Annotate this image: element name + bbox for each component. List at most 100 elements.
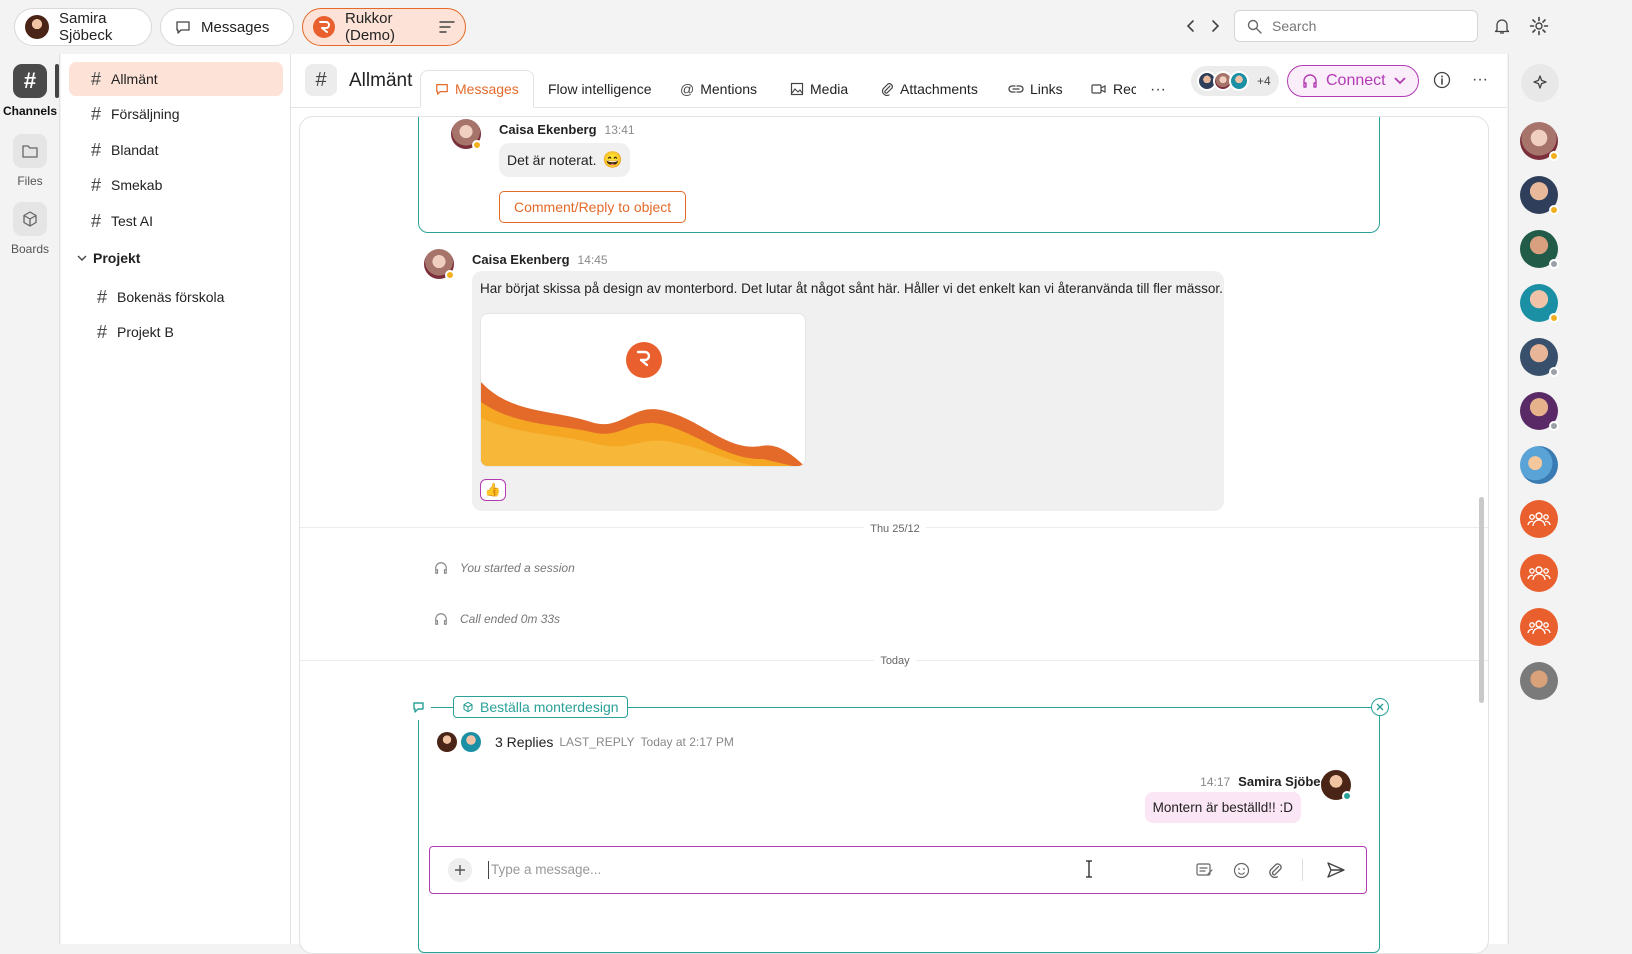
- more-tabs-icon[interactable]: ···: [1146, 78, 1170, 102]
- object-tag[interactable]: Beställa monterdesign: [453, 696, 628, 718]
- hash-icon: #: [13, 64, 47, 98]
- group-projekt[interactable]: Projekt: [77, 250, 140, 266]
- send-icon[interactable]: [1324, 859, 1348, 881]
- group-avatar[interactable]: [1520, 554, 1558, 592]
- hash-icon: #: [91, 174, 102, 195]
- presence-avatar[interactable]: [1520, 284, 1559, 323]
- chat-bubble-icon: [175, 19, 191, 35]
- hash-icon: #: [91, 210, 102, 231]
- search-input[interactable]: Search: [1272, 18, 1316, 34]
- hash-icon: #: [97, 286, 108, 307]
- workspace-switcher[interactable]: Rukkor (Demo): [302, 8, 466, 46]
- close-icon[interactable]: [1371, 698, 1389, 716]
- tab-label: Links: [1030, 81, 1063, 97]
- tab-mentions[interactable]: @ Mentions: [680, 70, 757, 108]
- rail-files[interactable]: Files: [0, 134, 60, 188]
- chevron-down-icon: [1393, 77, 1406, 85]
- scrollbar-thumb[interactable]: [1479, 497, 1484, 703]
- tab-messages[interactable]: Messages: [420, 70, 534, 108]
- hash-icon: #: [91, 68, 102, 89]
- text-cursor-icon: [1084, 860, 1094, 878]
- tab-label: Media: [810, 81, 849, 97]
- tab-recordings[interactable]: Reco: [1091, 70, 1136, 108]
- presence-avatar[interactable]: [1520, 662, 1558, 700]
- reply-avatar: [437, 732, 457, 752]
- system-text: You started a session: [460, 561, 575, 575]
- messages-label: Messages: [201, 18, 270, 36]
- group-label: Projekt: [93, 250, 141, 266]
- hash-icon: #: [91, 139, 102, 160]
- channel-item-bokenas[interactable]: # Bokenäs förskola: [75, 280, 289, 314]
- message-bubble: Har börjat skissa på design av monterbor…: [472, 271, 1224, 511]
- message-time: 13:41: [604, 123, 635, 137]
- message-meta: Caisa Ekenberg 13:41: [499, 121, 635, 137]
- day-separator: Thu 25/12: [300, 523, 1488, 535]
- channel-label: Smekab: [111, 177, 163, 193]
- plus-icon[interactable]: [448, 858, 472, 882]
- tab-label: Reco: [1113, 81, 1136, 97]
- channel-item-forsaljning[interactable]: # Försäljning: [69, 97, 283, 131]
- group-avatar[interactable]: [1520, 608, 1558, 646]
- thread-replies[interactable]: 3 Replies LAST_REPLY Today at 2:17 PM: [437, 732, 734, 752]
- tab-flow-intelligence[interactable]: Flow intelligence: [548, 70, 652, 108]
- presence-avatar[interactable]: [1520, 392, 1559, 431]
- channel-hash-icon: #: [305, 64, 337, 96]
- presence-avatar[interactable]: [1520, 446, 1558, 484]
- channel-item-blandat[interactable]: # Blandat: [69, 133, 283, 167]
- forward-arrow-icon[interactable]: [1204, 15, 1226, 37]
- connect-button[interactable]: Connect: [1287, 65, 1419, 97]
- status-dot: [1549, 259, 1559, 269]
- user-menu-button[interactable]: Samira Sjöbeck: [14, 8, 152, 46]
- format-icon[interactable]: [1194, 859, 1216, 881]
- rail-boards[interactable]: Boards: [0, 202, 60, 256]
- cube-icon: [462, 701, 474, 713]
- message-emoji: 😄: [602, 152, 623, 169]
- left-rail: # Channels Files Boards: [0, 54, 60, 944]
- sparkle-icon[interactable]: [1521, 64, 1559, 102]
- bell-icon[interactable]: [1490, 14, 1514, 38]
- channel-label: Bokenäs förskola: [117, 289, 225, 305]
- workspace-logo-icon: [313, 16, 335, 38]
- back-arrow-icon[interactable]: [1180, 15, 1202, 37]
- gear-icon[interactable]: [1527, 14, 1551, 38]
- more-options-icon[interactable]: ···: [1469, 69, 1491, 91]
- channel-label: Blandat: [111, 142, 159, 158]
- member-stack[interactable]: +4: [1191, 66, 1279, 96]
- presence-avatar[interactable]: [1520, 122, 1559, 161]
- reaction-thumbs-up[interactable]: 👍: [480, 479, 506, 501]
- tab-attachments[interactable]: Attachments: [880, 70, 978, 108]
- channel-item-projekt-b[interactable]: # Projekt B: [75, 315, 289, 349]
- tab-links[interactable]: Links: [1008, 70, 1063, 108]
- reply-time: 14:17: [1200, 775, 1231, 789]
- rail-channels[interactable]: # Channels: [0, 64, 60, 118]
- workspace-name: Rukkor (Demo): [345, 10, 396, 44]
- message-text: Det är noterat.: [507, 152, 597, 168]
- presence-avatar[interactable]: [1520, 176, 1559, 215]
- message-composer: Type a message...: [429, 846, 1367, 894]
- tab-media[interactable]: Media: [790, 70, 848, 108]
- message-meta: Caisa Ekenberg 14:45: [472, 251, 608, 267]
- presence-avatar[interactable]: [1520, 338, 1559, 377]
- presence-avatar[interactable]: [1520, 230, 1559, 269]
- caisa-avatar: [451, 119, 482, 150]
- main-area: # Allmänt Messages Flow intelligence @ M…: [291, 54, 1507, 954]
- image-attachment[interactable]: [480, 313, 806, 467]
- comment-reply-button[interactable]: Comment/Reply to object: [499, 191, 687, 223]
- messages-button[interactable]: Messages: [160, 8, 294, 46]
- message-time: 14:45: [577, 253, 608, 267]
- message-input[interactable]: Type a message...: [488, 861, 601, 879]
- channel-title: Allmänt: [349, 70, 413, 91]
- status-dot: [1549, 421, 1559, 431]
- paperclip-icon[interactable]: [1264, 859, 1286, 881]
- emoji-icon[interactable]: [1230, 859, 1252, 881]
- group-avatar[interactable]: [1520, 500, 1558, 538]
- channel-item-allmant[interactable]: # Allmänt: [69, 62, 283, 96]
- thread-reply-icon[interactable]: [407, 696, 431, 720]
- channel-item-smekab[interactable]: # Smekab: [69, 168, 283, 202]
- info-icon[interactable]: [1431, 69, 1453, 91]
- at-sign-icon: @: [680, 81, 695, 97]
- group-icon: [1527, 510, 1551, 528]
- channel-item-test-ai[interactable]: # Test AI: [69, 204, 283, 238]
- channel-header: # Allmänt Messages Flow intelligence @ M…: [291, 54, 1507, 108]
- search-box[interactable]: Search: [1234, 10, 1478, 42]
